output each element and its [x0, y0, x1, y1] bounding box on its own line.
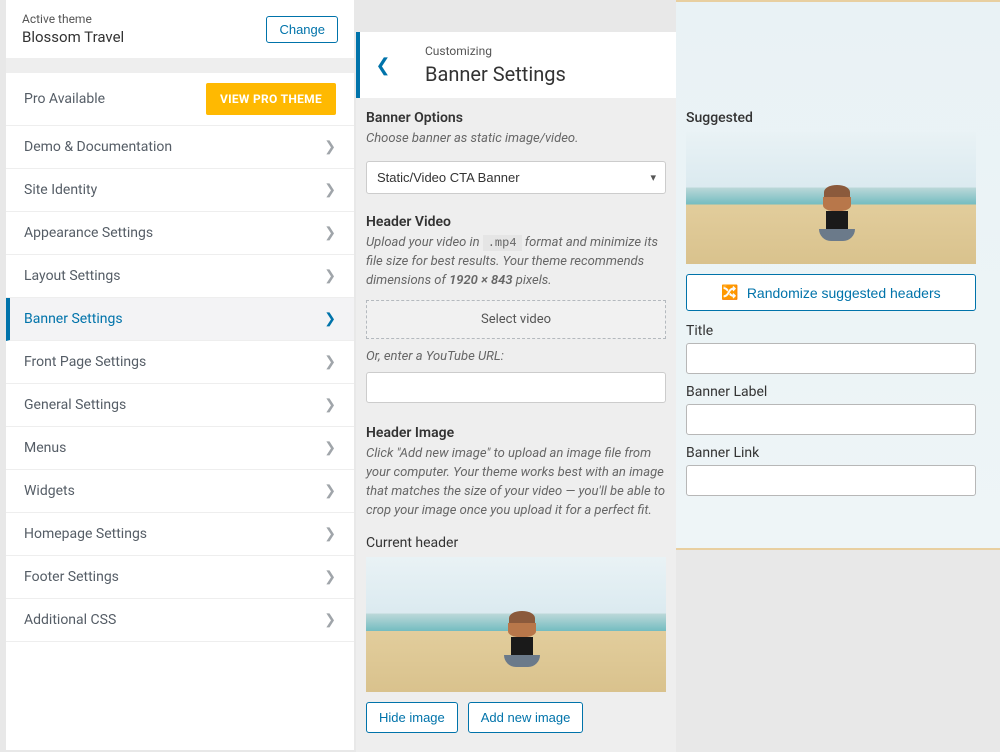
pro-available-label: Pro Available: [24, 91, 105, 107]
sidebar-item-additional-css[interactable]: Additional CSS ❯: [6, 599, 354, 642]
header-video-title: Header Video: [366, 214, 666, 230]
banner-link-label: Banner Link: [686, 445, 976, 461]
add-new-image-button[interactable]: Add new image: [468, 702, 584, 733]
panel-header: ❮ Customizing Banner Settings: [356, 32, 676, 98]
header-video-desc-pre: Upload your video in: [366, 235, 483, 250]
header-video-code: .mp4: [483, 235, 522, 251]
banner-label-field-group: Banner Label: [686, 384, 976, 435]
banner-type-select-wrap: Static/Video CTA Banner ▾: [366, 161, 666, 194]
sidebar-item-menus[interactable]: Menus ❯: [6, 427, 354, 470]
chevron-left-icon: ❮: [375, 55, 390, 76]
right-panel: Suggested 🔀 Randomize suggested headers …: [676, 100, 986, 516]
banner-link-input[interactable]: [686, 465, 976, 496]
current-header-label: Current header: [366, 535, 666, 551]
active-theme-label: Active theme: [22, 12, 124, 26]
sidebar-item-label: Widgets: [24, 483, 75, 499]
chevron-right-icon: ❯: [324, 483, 336, 499]
banner-label-input[interactable]: [686, 404, 976, 435]
title-label: Title: [686, 323, 976, 339]
sidebar-item-label: Demo & Documentation: [24, 139, 172, 155]
customizer-panel: ❮ Customizing Banner Settings Banner Opt…: [356, 32, 676, 752]
header-video-desc-post: pixels.: [513, 273, 552, 288]
sidebar-item-layout[interactable]: Layout Settings ❯: [6, 255, 354, 298]
panel-title: Banner Settings: [425, 62, 658, 86]
sidebar-item-demo-docs[interactable]: Demo & Documentation ❯: [6, 126, 354, 169]
sidebar-item-general[interactable]: General Settings ❯: [6, 384, 354, 427]
banner-options-desc: Choose banner as static image/video.: [366, 130, 666, 149]
sidebar-item-label: Homepage Settings: [24, 526, 147, 542]
header-image-title: Header Image: [366, 425, 666, 441]
header-image-section: Header Image Click "Add new image" to up…: [356, 413, 676, 524]
chevron-right-icon: ❯: [324, 268, 336, 284]
customizer-sidebar: Active theme Blossom Travel Change Pro A…: [6, 0, 354, 750]
youtube-url-input[interactable]: [366, 372, 666, 403]
chevron-right-icon: ❯: [324, 397, 336, 413]
randomize-headers-button[interactable]: 🔀 Randomize suggested headers: [686, 274, 976, 311]
suggested-header-thumbnail[interactable]: [686, 132, 976, 264]
breadcrumb: Customizing: [425, 44, 658, 58]
sidebar-item-banner-settings[interactable]: Banner Settings ❯: [6, 298, 354, 341]
theme-header-text: Active theme Blossom Travel: [22, 12, 124, 46]
header-video-dims: 1920 × 843: [449, 273, 512, 288]
chevron-right-icon: ❯: [324, 182, 336, 198]
separator: [6, 59, 354, 73]
sidebar-item-label: Appearance Settings: [24, 225, 153, 241]
header-video-desc: Upload your video in .mp4 format and min…: [366, 234, 666, 291]
sidebar-item-site-identity[interactable]: Site Identity ❯: [6, 169, 354, 212]
shuffle-icon: 🔀: [721, 284, 738, 301]
sidebar-item-appearance[interactable]: Appearance Settings ❯: [6, 212, 354, 255]
sidebar-item-label: Footer Settings: [24, 569, 119, 585]
sidebar-item-footer[interactable]: Footer Settings ❯: [6, 556, 354, 599]
hide-image-button[interactable]: Hide image: [366, 702, 458, 733]
pro-available-row[interactable]: Pro Available VIEW PRO THEME: [6, 73, 354, 126]
suggested-label: Suggested: [686, 110, 976, 126]
chevron-right-icon: ❯: [324, 612, 336, 628]
chevron-right-icon: ❯: [324, 311, 336, 327]
sidebar-item-label: Banner Settings: [24, 311, 123, 327]
theme-header: Active theme Blossom Travel Change: [6, 0, 354, 59]
back-button[interactable]: ❮: [360, 32, 406, 98]
view-pro-theme-button[interactable]: VIEW PRO THEME: [206, 83, 336, 115]
select-video-dropzone[interactable]: Select video: [366, 300, 666, 339]
chevron-right-icon: ❯: [324, 440, 336, 456]
sidebar-item-label: General Settings: [24, 397, 126, 413]
header-image-desc: Click "Add new image" to upload an image…: [366, 445, 666, 520]
sidebar-item-label: Additional CSS: [24, 612, 116, 628]
sidebar-item-front-page[interactable]: Front Page Settings ❯: [6, 341, 354, 384]
youtube-or-label: Or, enter a YouTube URL:: [366, 349, 666, 364]
sidebar-item-homepage[interactable]: Homepage Settings ❯: [6, 513, 354, 556]
sidebar-item-widgets[interactable]: Widgets ❯: [6, 470, 354, 513]
title-input[interactable]: [686, 343, 976, 374]
title-field-group: Title: [686, 323, 976, 374]
person-illustration: [504, 611, 540, 663]
chevron-right-icon: ❯: [324, 225, 336, 241]
randomize-label: Randomize suggested headers: [747, 285, 941, 301]
banner-type-select[interactable]: Static/Video CTA Banner: [366, 161, 666, 194]
panel-header-text: Customizing Banner Settings: [407, 32, 676, 98]
sidebar-item-label: Menus: [24, 440, 66, 456]
banner-options-section: Banner Options Choose banner as static i…: [356, 98, 676, 153]
chevron-right-icon: ❯: [324, 139, 336, 155]
theme-name: Blossom Travel: [22, 28, 124, 46]
current-header-thumbnail[interactable]: [366, 557, 666, 692]
header-video-section: Header Video Upload your video in .mp4 f…: [356, 202, 676, 295]
banner-options-title: Banner Options: [366, 110, 666, 126]
change-theme-button[interactable]: Change: [266, 16, 338, 43]
chevron-right-icon: ❯: [324, 569, 336, 585]
chevron-right-icon: ❯: [324, 526, 336, 542]
person-illustration: [819, 185, 855, 237]
sidebar-item-label: Front Page Settings: [24, 354, 146, 370]
banner-link-field-group: Banner Link: [686, 445, 976, 496]
header-image-buttons: Hide image Add new image: [366, 702, 666, 733]
sidebar-item-label: Site Identity: [24, 182, 97, 198]
chevron-right-icon: ❯: [324, 354, 336, 370]
banner-label-label: Banner Label: [686, 384, 976, 400]
sidebar-item-label: Layout Settings: [24, 268, 120, 284]
